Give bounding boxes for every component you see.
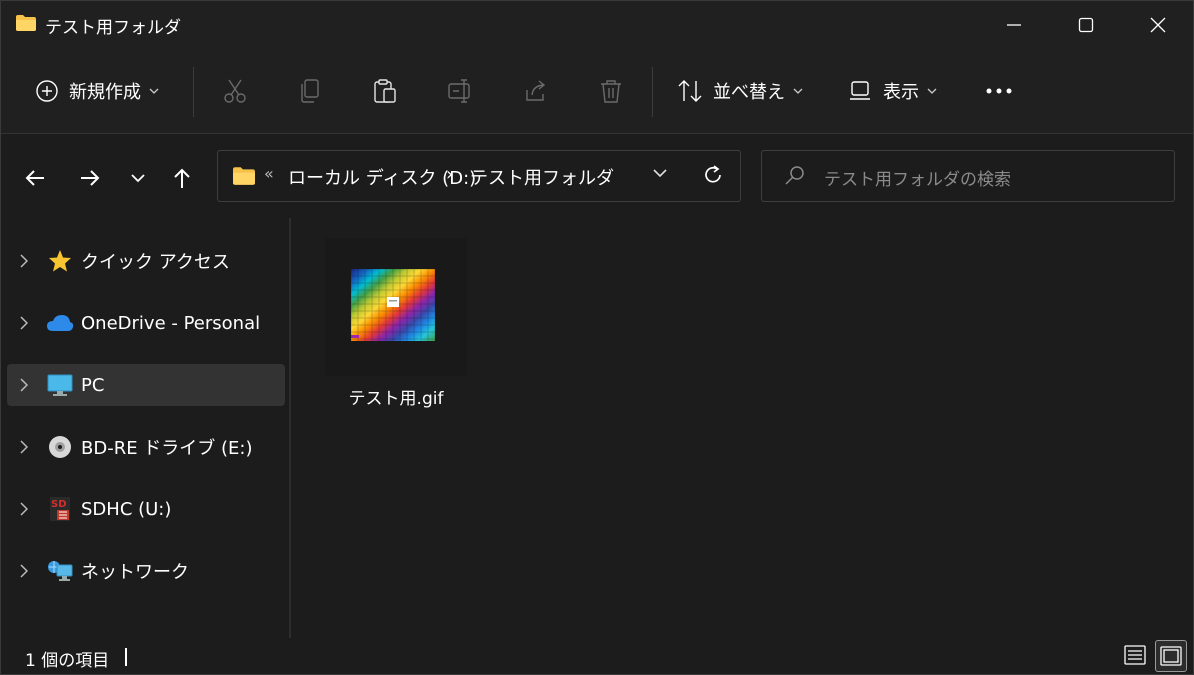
cloud-icon	[45, 313, 75, 333]
network-icon	[45, 559, 75, 583]
chevron-right-icon	[7, 564, 41, 578]
hidden-path-indicator[interactable]: «	[264, 164, 274, 183]
title-bar: テスト用フォルダ	[1, 1, 1193, 49]
maximize-button[interactable]	[1050, 1, 1122, 49]
search-placeholder: テスト用フォルダの検索	[824, 170, 1011, 190]
item-count: 1 個の項目	[25, 651, 110, 671]
file-item[interactable]: テスト用.gif	[325, 238, 467, 409]
plus-circle-icon	[36, 80, 58, 102]
rename-button[interactable]	[447, 69, 475, 113]
maximize-icon	[1078, 17, 1094, 33]
command-bar: 新規作成 並べ替え 表示	[1, 49, 1193, 134]
scissors-icon	[224, 79, 246, 103]
close-icon	[1150, 17, 1166, 33]
sidebar-item-label: クイック アクセス	[81, 252, 230, 273]
sidebar-item-pc[interactable]: PC	[7, 364, 285, 406]
back-button[interactable]	[17, 160, 53, 196]
disc-icon	[45, 435, 75, 459]
window-title: テスト用フォルダ	[45, 18, 181, 38]
status-bar: 1 個の項目	[1, 638, 1193, 674]
navigation-bar: « ローカル ディスク (D:) › テスト用フォルダ テスト用フォルダの検索	[1, 134, 1193, 218]
sidebar-item-network[interactable]: ネットワーク	[7, 550, 285, 592]
svg-text:SD: SD	[51, 499, 67, 510]
trash-icon	[601, 80, 621, 103]
sidebar-item-sdhc[interactable]: SD SDHC (U:)	[7, 488, 285, 530]
minimize-icon	[1007, 24, 1021, 26]
sidebar-item-label: PC	[81, 374, 105, 396]
navigation-pane: クイック アクセス OneDrive - Personal PC BD-RE ド…	[1, 218, 289, 638]
new-label: 新規作成	[69, 82, 141, 103]
folder-icon	[233, 167, 255, 185]
monitor-icon	[45, 373, 75, 397]
delete-button[interactable]	[598, 69, 624, 113]
cut-button[interactable]	[222, 69, 248, 113]
chevron-down-icon	[793, 88, 803, 94]
sd-card-icon: SD	[45, 496, 75, 522]
refresh-icon[interactable]	[702, 164, 724, 186]
rename-icon	[448, 79, 470, 103]
forward-button[interactable]	[72, 160, 108, 196]
view-button[interactable]: 表示	[849, 69, 937, 113]
recent-locations-button[interactable]	[120, 160, 156, 196]
arrow-right-icon	[81, 170, 100, 186]
view-label: 表示	[883, 82, 919, 103]
more-options-icon	[986, 88, 1012, 94]
details-view-icon	[1124, 645, 1146, 665]
breadcrumb-separator[interactable]: ›	[446, 164, 453, 185]
file-name: テスト用.gif	[348, 389, 444, 409]
toolbar-divider	[193, 67, 194, 117]
chevron-down-icon[interactable]	[652, 167, 668, 179]
copy-button[interactable]	[298, 69, 324, 113]
sidebar-item-bd-re-drive[interactable]: BD-RE ドライブ (E:)	[7, 426, 285, 468]
up-button[interactable]	[164, 160, 200, 196]
folder-icon	[16, 15, 36, 31]
thumbnail-frame	[325, 238, 467, 376]
sidebar-item-label: OneDrive - Personal	[81, 312, 261, 334]
details-view-button[interactable]	[1120, 640, 1150, 670]
status-divider	[125, 648, 127, 666]
chevron-down-icon	[927, 88, 937, 94]
sort-button[interactable]: 並べ替え	[677, 69, 803, 113]
new-button[interactable]: 新規作成	[35, 69, 159, 113]
share-button[interactable]	[523, 69, 549, 113]
sidebar-item-onedrive[interactable]: OneDrive - Personal	[7, 302, 285, 344]
chevron-down-icon	[131, 174, 145, 183]
star-icon	[45, 249, 75, 273]
copy-icon	[301, 79, 319, 103]
toolbar-divider	[652, 67, 653, 117]
search-box[interactable]: テスト用フォルダの検索	[761, 150, 1175, 202]
paste-button[interactable]	[372, 69, 398, 113]
file-explorer-window: テスト用フォルダ 新規作成 並べ替え 表示 « ローカル ディスク (D:) ›…	[0, 0, 1194, 675]
arrow-up-icon	[174, 168, 190, 188]
sidebar-item-label: SDHC (U:)	[81, 498, 172, 520]
chevron-right-icon	[7, 378, 41, 392]
sort-icon	[678, 80, 702, 102]
minimize-button[interactable]	[978, 1, 1050, 49]
close-button[interactable]	[1122, 1, 1193, 49]
chevron-down-icon	[149, 88, 159, 94]
search-icon	[785, 166, 804, 185]
chevron-right-icon	[7, 440, 41, 454]
sidebar-item-label: ネットワーク	[81, 562, 189, 583]
breadcrumb-folder[interactable]: テスト用フォルダ	[470, 164, 614, 190]
image-thumbnail	[351, 269, 435, 341]
more-button[interactable]	[985, 69, 1015, 113]
sidebar-item-quick-access[interactable]: クイック アクセス	[7, 240, 285, 282]
chevron-right-icon	[7, 316, 41, 330]
chevron-right-icon	[7, 502, 41, 516]
large-icons-view-icon	[1160, 646, 1182, 666]
share-icon	[526, 80, 546, 101]
sidebar-item-label: BD-RE ドライブ (E:)	[81, 438, 253, 459]
address-bar[interactable]: « ローカル ディスク (D:) › テスト用フォルダ	[217, 150, 741, 202]
sort-label: 並べ替え	[713, 82, 785, 103]
clipboard-icon	[374, 79, 396, 103]
thumbnail-view-button[interactable]	[1155, 640, 1187, 672]
view-layout-icon	[850, 81, 870, 100]
arrow-left-icon	[25, 170, 44, 186]
file-list: テスト用.gif	[291, 218, 1193, 638]
chevron-right-icon	[7, 254, 41, 268]
